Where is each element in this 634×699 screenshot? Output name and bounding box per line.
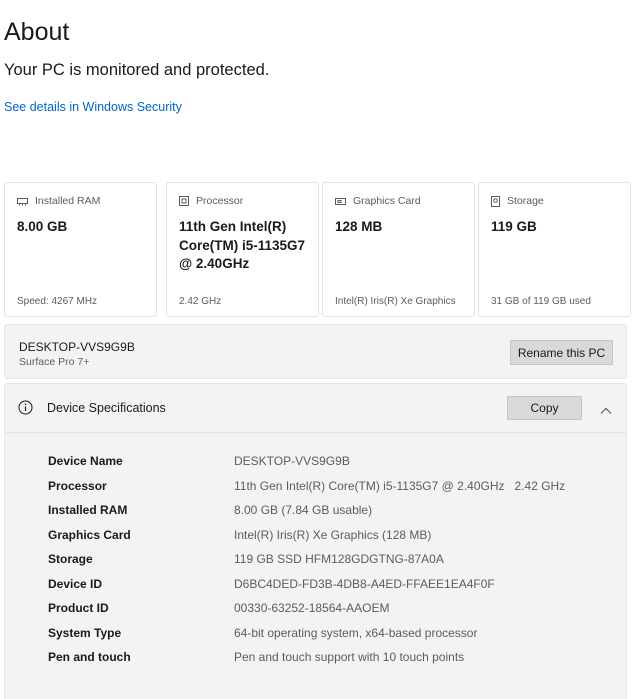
spec-value: Pen and touch support with 10 touch poin…: [234, 650, 465, 664]
card-label: Installed RAM: [35, 195, 101, 207]
protection-status: Your PC is monitored and protected.: [4, 61, 270, 79]
spec-row-graphics-card: Graphics Card Intel(R) Iris(R) Xe Graphi…: [48, 528, 618, 548]
spec-label: Product ID: [48, 601, 109, 615]
spec-label: System Type: [48, 625, 122, 640]
spec-value: 119 GB SSD HFM128GDGTNG-87A0A: [234, 552, 444, 566]
ram-icon: [17, 197, 28, 206]
card-graphics: Graphics Card 128 MB Intel(R) Iris(R) Xe…: [322, 182, 475, 317]
spec-label: Device Name: [48, 454, 123, 468]
spec-value: D6BC4DED-FD3B-4DB8-A4ED-FFAEE1EA4F0F: [234, 576, 495, 591]
spec-label: Pen and touch: [48, 650, 131, 664]
card-header: Installed RAM: [17, 195, 100, 207]
card-value: 119 GB: [491, 219, 537, 234]
spec-row-processor: Processor 11th Gen Intel(R) Core(TM) i5-…: [48, 479, 618, 499]
card-header: Processor: [179, 195, 243, 207]
spec-value: Intel(R) Iris(R) Xe Graphics (128 MB): [234, 527, 432, 542]
spec-value: 11th Gen Intel(R) Core(TM) i5-1135G7 @ 2…: [234, 478, 566, 493]
storage-icon: [491, 195, 500, 207]
spec-value: 8.00 GB (7.84 GB usable): [234, 503, 373, 517]
specs-header[interactable]: Device Specifications Copy: [5, 384, 626, 433]
spec-row-device-id: Device ID D6BC4DED-FD3B-4DB8-A4ED-FFAEE1…: [48, 577, 618, 597]
device-model: Surface Pro 7+: [19, 356, 90, 368]
card-label: Graphics Card: [353, 195, 421, 207]
chevron-up-icon[interactable]: [600, 402, 612, 420]
spec-value: 64-bit operating system, x64-based proce…: [234, 625, 478, 640]
spec-row-product-id: Product ID 00330-63252-18564-AAOEM: [48, 601, 618, 621]
card-header: Graphics Card: [335, 195, 421, 207]
windows-security-link[interactable]: See details in Windows Security: [4, 100, 182, 114]
card-processor: Processor 11th Gen Intel(R) Core(TM) i5-…: [166, 182, 319, 317]
spec-label: Processor: [48, 478, 107, 493]
device-name: DESKTOP-VVS9G9B: [19, 340, 135, 354]
spec-row-pen-and-touch: Pen and touch Pen and touch support with…: [48, 650, 618, 670]
spec-row-system-type: System Type 64-bit operating system, x64…: [48, 626, 618, 646]
spec-row-device-name: Device Name DESKTOP-VVS9G9B: [48, 454, 618, 474]
card-detail: 31 GB of 119 GB used: [491, 296, 591, 307]
spec-label: Device ID: [48, 576, 103, 591]
card-detail: 2.42 GHz: [179, 296, 222, 307]
device-name-panel: DESKTOP-VVS9G9B Surface Pro 7+ Rename th…: [4, 324, 627, 379]
spec-label: Installed RAM: [48, 503, 128, 517]
rename-pc-button[interactable]: Rename this PC: [510, 340, 613, 365]
graphics-card-icon: [335, 197, 346, 206]
spec-value: DESKTOP-VVS9G9B: [234, 454, 350, 468]
spec-cards: Installed RAM 8.00 GB Speed: 4267 MHz Pr…: [4, 182, 631, 319]
about-page: About Your PC is monitored and protected…: [0, 0, 634, 699]
spec-label: Storage: [48, 552, 93, 566]
card-value: 8.00 GB: [17, 219, 68, 234]
card-value: 11th Gen Intel(R) Core(TM) i5-1135G7 @ 2…: [179, 219, 306, 271]
card-header: Storage: [491, 195, 544, 207]
card-detail: Intel(R) Iris(R) Xe Graphics: [335, 296, 456, 307]
spec-row-installed-ram: Installed RAM 8.00 GB (7.84 GB usable): [48, 503, 618, 523]
card-installed-ram: Installed RAM 8.00 GB Speed: 4267 MHz: [4, 182, 157, 317]
spec-label: Graphics Card: [48, 527, 131, 542]
copy-button[interactable]: Copy: [507, 396, 582, 420]
spec-row-storage: Storage 119 GB SSD HFM128GDGTNG-87A0A: [48, 552, 618, 572]
card-label: Storage: [507, 195, 544, 207]
device-specifications-panel: Device Specifications Copy Device Name D…: [4, 383, 627, 699]
card-label: Processor: [196, 195, 244, 207]
card-detail: Speed: 4267 MHz: [17, 296, 98, 307]
page-title: About: [4, 18, 70, 46]
card-value: 128 MB: [335, 219, 383, 234]
info-icon: [18, 400, 33, 420]
specs-title: Device Specifications: [47, 401, 166, 415]
spec-value: 00330-63252-18564-AAOEM: [234, 601, 390, 615]
processor-icon: [179, 196, 189, 206]
card-storage: Storage 119 GB 31 GB of 119 GB used: [478, 182, 631, 317]
